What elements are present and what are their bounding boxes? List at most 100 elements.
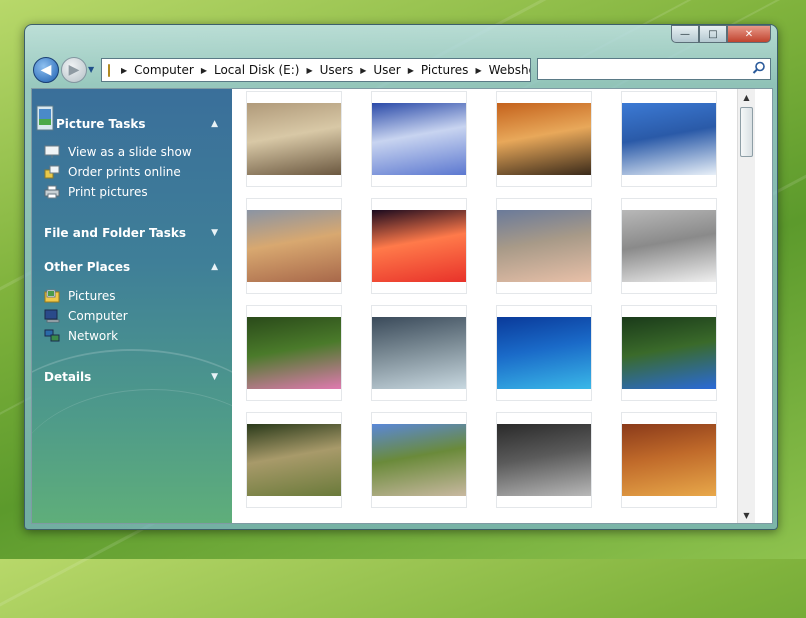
other-places-title: Other Places bbox=[44, 260, 131, 274]
task-pane: Picture Tasks ▲ View as a slide show Ord… bbox=[32, 89, 232, 523]
back-button[interactable]: ◀ bbox=[33, 57, 59, 83]
breadcrumb: ▶ Computer ▶ Local Disk (E:) ▶ Users ▶ U… bbox=[114, 63, 530, 77]
photo-image bbox=[497, 424, 591, 496]
place-label: Pictures bbox=[68, 289, 116, 303]
scroll-down-arrow-icon[interactable]: ▼ bbox=[738, 507, 755, 523]
pictures-folder-icon bbox=[44, 289, 60, 303]
breadcrumb-webshots[interactable]: Webshots bbox=[489, 63, 530, 77]
task-view-slideshow[interactable]: View as a slide show bbox=[44, 143, 192, 161]
thumbnail-arctic-fox[interactable] bbox=[621, 198, 717, 294]
order-prints-icon bbox=[44, 165, 60, 179]
content-area: Picture Tasks ▲ View as a slide show Ord… bbox=[31, 88, 773, 524]
photo-image bbox=[497, 210, 591, 282]
breadcrumb-pictures[interactable]: Pictures bbox=[421, 63, 469, 77]
photo-image bbox=[247, 424, 341, 496]
address-bar[interactable]: ▶ Computer ▶ Local Disk (E:) ▶ Users ▶ U… bbox=[101, 58, 531, 82]
forward-button[interactable]: ▶ bbox=[61, 57, 87, 83]
breadcrumb-separator-icon[interactable]: ▶ bbox=[475, 66, 481, 75]
thumbnail-elephants[interactable] bbox=[246, 198, 342, 294]
task-print-pictures[interactable]: Print pictures bbox=[44, 183, 148, 201]
file-folder-tasks-title: File and Folder Tasks bbox=[44, 226, 187, 240]
photo-image bbox=[372, 210, 466, 282]
decorative-swirl bbox=[32, 389, 232, 523]
thumbnail-mountain-beach[interactable] bbox=[496, 198, 592, 294]
search-box bbox=[537, 58, 771, 80]
photo-image bbox=[497, 317, 591, 389]
minimize-button[interactable]: — bbox=[671, 25, 699, 43]
search-icon[interactable] bbox=[752, 61, 766, 75]
scrollbar-thumb[interactable] bbox=[740, 107, 753, 157]
other-places-header[interactable]: Other Places ▲ bbox=[44, 258, 218, 276]
thumbnail-blue-hole[interactable] bbox=[496, 305, 592, 401]
task-label: Print pictures bbox=[68, 185, 148, 199]
thumbnail-forest-path[interactable] bbox=[246, 412, 342, 508]
expand-chevron-icon[interactable]: ▼ bbox=[211, 372, 218, 382]
expand-chevron-icon[interactable]: ▼ bbox=[211, 228, 218, 238]
breadcrumb-separator-icon[interactable]: ▶ bbox=[360, 66, 366, 75]
photo-image bbox=[622, 210, 716, 282]
explorer-window: — □ ✕ ◀ ▶ ▼ ▶ Computer ▶ Local Disk (E:)… bbox=[24, 24, 778, 530]
photo-image bbox=[372, 103, 466, 175]
breadcrumb-separator-icon[interactable]: ▶ bbox=[121, 66, 127, 75]
photo-image bbox=[372, 424, 466, 496]
breadcrumb-local-disk[interactable]: Local Disk (E:) bbox=[214, 63, 300, 77]
recent-pages-dropdown-icon[interactable]: ▼ bbox=[88, 65, 94, 74]
picture-tasks-title: Picture Tasks bbox=[56, 117, 146, 131]
photo-image bbox=[622, 317, 716, 389]
thumbnail-bubbles-ice[interactable] bbox=[496, 412, 592, 508]
breadcrumb-user[interactable]: User bbox=[373, 63, 400, 77]
vertical-scrollbar[interactable]: ▲ ▼ bbox=[737, 89, 755, 523]
thumbnail-tiger[interactable] bbox=[496, 91, 592, 187]
back-arrow-icon: ◀ bbox=[40, 62, 52, 78]
details-title: Details bbox=[44, 370, 92, 384]
forward-arrow-icon: ▶ bbox=[68, 62, 80, 78]
task-order-prints[interactable]: Order prints online bbox=[44, 163, 181, 181]
maximize-button[interactable]: □ bbox=[699, 25, 727, 43]
thumbnail-grid: ▲ ▼ bbox=[232, 89, 755, 523]
details-header[interactable]: Details ▼ bbox=[44, 368, 218, 386]
file-folder-tasks-header[interactable]: File and Folder Tasks ▼ bbox=[44, 224, 218, 242]
photo-image bbox=[622, 424, 716, 496]
thumbnail-dome-ceiling[interactable] bbox=[621, 412, 717, 508]
place-label: Network bbox=[68, 329, 119, 343]
picture-tasks-icon bbox=[36, 105, 54, 131]
photo-image bbox=[372, 317, 466, 389]
place-label: Computer bbox=[68, 309, 128, 323]
collapse-chevron-icon[interactable]: ▲ bbox=[211, 119, 218, 129]
photo-image bbox=[247, 210, 341, 282]
breadcrumb-computer[interactable]: Computer bbox=[134, 63, 194, 77]
task-label: View as a slide show bbox=[68, 145, 192, 159]
breadcrumb-separator-icon[interactable]: ▶ bbox=[408, 66, 414, 75]
printer-icon bbox=[44, 185, 60, 199]
breadcrumb-separator-icon[interactable]: ▶ bbox=[201, 66, 207, 75]
breadcrumb-separator-icon[interactable]: ▶ bbox=[306, 66, 312, 75]
thumbnail-lion-cub[interactable] bbox=[246, 91, 342, 187]
picture-tasks-header[interactable]: Picture Tasks ▲ bbox=[56, 115, 218, 133]
scroll-up-arrow-icon[interactable]: ▲ bbox=[738, 89, 755, 105]
thumbnail-frozen-leaves[interactable] bbox=[371, 305, 467, 401]
thumbnail-snowy-barn[interactable] bbox=[371, 91, 467, 187]
caption-buttons: — □ ✕ bbox=[671, 25, 771, 43]
navigation-bar: ◀ ▶ ▼ ▶ Computer ▶ Local Disk (E:) ▶ Use… bbox=[33, 57, 771, 83]
task-label: Order prints online bbox=[68, 165, 181, 179]
thumbnail-blue-butterfly[interactable] bbox=[621, 305, 717, 401]
thumbnail-flowers-forest[interactable] bbox=[246, 305, 342, 401]
place-network[interactable]: Network bbox=[44, 327, 118, 345]
folder-icon bbox=[108, 63, 110, 77]
search-input[interactable] bbox=[541, 59, 745, 79]
thumbnail-penguins-iceberg[interactable] bbox=[621, 91, 717, 187]
thumbnail-mountain-lake[interactable] bbox=[371, 412, 467, 508]
photo-image bbox=[497, 103, 591, 175]
breadcrumb-users[interactable]: Users bbox=[320, 63, 354, 77]
close-button[interactable]: ✕ bbox=[727, 25, 771, 43]
computer-icon bbox=[44, 309, 60, 323]
photo-image bbox=[622, 103, 716, 175]
thumbnail-red-sky-mountains[interactable] bbox=[371, 198, 467, 294]
place-pictures[interactable]: Pictures bbox=[44, 287, 116, 305]
photo-image bbox=[247, 317, 341, 389]
collapse-chevron-icon[interactable]: ▲ bbox=[211, 262, 218, 272]
slideshow-icon bbox=[44, 145, 60, 158]
photo-image bbox=[247, 103, 341, 175]
place-computer[interactable]: Computer bbox=[44, 307, 128, 325]
network-icon bbox=[44, 329, 60, 342]
